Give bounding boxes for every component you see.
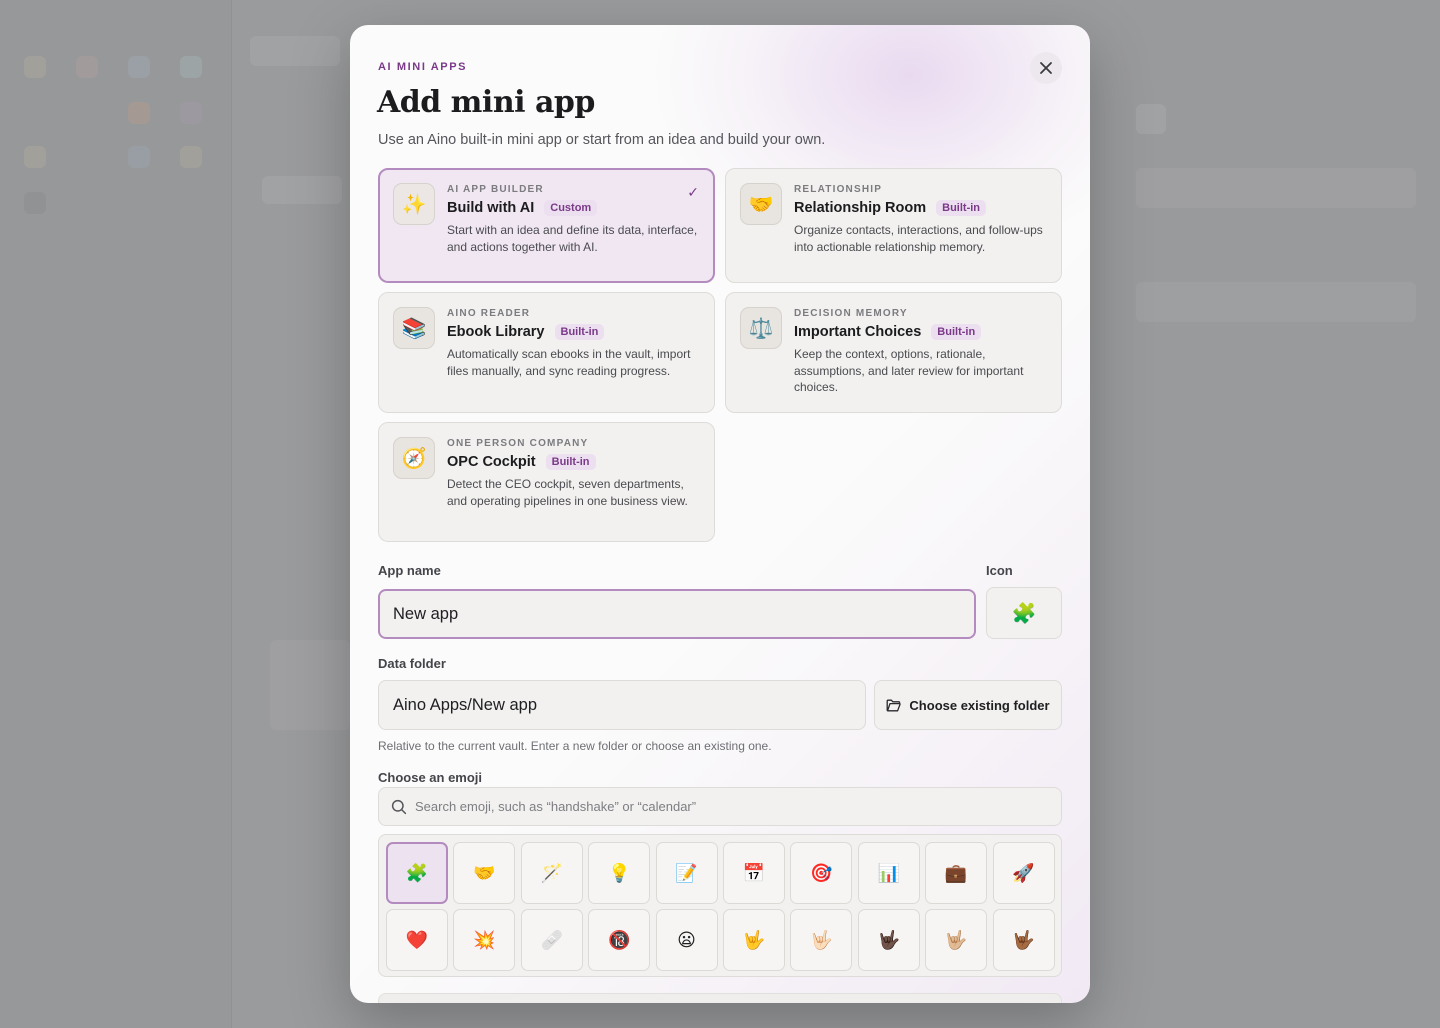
check-icon: ✓ xyxy=(687,184,699,200)
background-block xyxy=(250,36,340,66)
card-kicker: ONE PERSON COMPANY xyxy=(447,438,589,449)
emoji-option-magic-wand[interactable]: 🪄 xyxy=(520,842,583,904)
background-block xyxy=(270,640,350,730)
emoji-grid: 🧩 🤝 🪄 💡 📝 📅 🎯 📊 💼 🚀 ❤️ 💥 🩹 🔞 😦 🤟 🤟🏻 🤟🏿 🤟… xyxy=(378,834,1062,977)
dialog-eyebrow: AI MINI APPS xyxy=(378,61,468,73)
background-block xyxy=(1136,282,1416,322)
card-title: OPC Cockpit xyxy=(447,454,536,470)
compass-icon: 🧭 xyxy=(393,437,435,479)
card-description: Automatically scan ebooks in the vault, … xyxy=(447,347,691,378)
emoji-search-input[interactable] xyxy=(415,788,1055,825)
emoji-option-love-you-gesture-light[interactable]: 🤟🏻 xyxy=(790,909,853,971)
template-card-important-choices[interactable]: ⚖️ DECISION MEMORY Important Choices Bui… xyxy=(725,292,1062,413)
background-icon xyxy=(128,56,150,78)
emoji-option-red-heart[interactable]: ❤️ xyxy=(386,909,448,971)
emoji-chooser-label: Choose an emoji xyxy=(378,770,483,785)
emoji-option-love-you-gesture[interactable]: 🤟 xyxy=(722,909,785,971)
emoji-option-frowning-face[interactable]: 😦 xyxy=(655,909,718,971)
search-icon xyxy=(391,799,407,815)
card-badge: Built-in xyxy=(545,454,596,470)
card-badge: Built-in xyxy=(936,200,987,216)
books-icon: 📚 xyxy=(393,307,435,349)
card-badge: Custom xyxy=(544,200,598,216)
emoji-option-bandage[interactable]: 🩹 xyxy=(520,909,583,971)
puzzle-piece-icon: 🧩 xyxy=(1011,602,1037,625)
card-description: Organize contacts, interactions, and fol… xyxy=(794,223,1043,254)
emoji-option-love-you-gesture-medium-dark[interactable]: 🤟🏾 xyxy=(992,909,1055,971)
background-block xyxy=(262,176,342,204)
template-card-ebook-library[interactable]: 📚 AINO READER Ebook Library Built-in Aut… xyxy=(378,292,715,413)
emoji-option-rocket[interactable]: 🚀 xyxy=(992,842,1055,904)
background-icon xyxy=(24,192,46,214)
card-kicker: AI APP BUILDER xyxy=(447,184,544,195)
template-card-relationship-room[interactable]: 🤝 RELATIONSHIP Relationship Room Built-i… xyxy=(725,168,1062,283)
template-card-build-with-ai[interactable]: ✨ ✓ AI APP BUILDER Build with AI Custom … xyxy=(378,168,715,283)
balance-scale-icon: ⚖️ xyxy=(740,307,782,349)
card-title: Build with AI xyxy=(447,200,535,216)
dialog-subtitle: Use an Aino built-in mini app or start f… xyxy=(378,132,826,148)
dialog-title: Add mini app xyxy=(377,85,595,120)
background-icon xyxy=(180,102,202,124)
close-icon xyxy=(1040,62,1052,74)
emoji-option-target[interactable]: 🎯 xyxy=(790,842,853,904)
card-kicker: RELATIONSHIP xyxy=(794,184,883,195)
choose-existing-folder-button[interactable]: Choose existing folder xyxy=(874,680,1062,730)
data-folder-input[interactable] xyxy=(378,680,866,730)
add-mini-app-dialog: AI MINI APPS Add mini app Use an Aino bu… xyxy=(350,25,1090,1003)
card-description: Start with an idea and define its data, … xyxy=(447,223,698,254)
next-section-peek xyxy=(378,993,1062,1003)
emoji-option-no-one-under-18[interactable]: 🔞 xyxy=(588,909,651,971)
emoji-option-collision[interactable]: 💥 xyxy=(453,909,516,971)
close-button[interactable] xyxy=(1030,52,1062,84)
background-icon xyxy=(128,146,150,168)
handshake-icon: 🤝 xyxy=(740,183,782,225)
folder-hint: Relative to the current vault. Enter a n… xyxy=(378,739,772,753)
background-icon xyxy=(128,102,150,124)
background-icon xyxy=(24,56,46,78)
emoji-option-calendar[interactable]: 📅 xyxy=(722,842,785,904)
sparkles-icon: ✨ xyxy=(393,183,435,225)
background-icon xyxy=(24,146,46,168)
emoji-option-briefcase[interactable]: 💼 xyxy=(925,842,988,904)
emoji-search-box xyxy=(378,787,1062,826)
card-title: Relationship Room xyxy=(794,200,927,216)
background-block xyxy=(1136,168,1416,208)
emoji-option-handshake[interactable]: 🤝 xyxy=(453,842,516,904)
card-description: Detect the CEO cockpit, seven department… xyxy=(447,477,688,508)
emoji-option-love-you-gesture-dark[interactable]: 🤟🏿 xyxy=(857,909,920,971)
icon-picker-button[interactable]: 🧩 xyxy=(986,587,1062,639)
emoji-option-puzzle-piece[interactable]: 🧩 xyxy=(386,842,448,904)
emoji-option-light-bulb[interactable]: 💡 xyxy=(588,842,651,904)
emoji-option-love-you-gesture-medium-light[interactable]: 🤟🏼 xyxy=(925,909,988,971)
emoji-option-memo[interactable]: 📝 xyxy=(655,842,718,904)
card-kicker: AINO READER xyxy=(447,308,531,319)
data-folder-label: Data folder xyxy=(378,656,446,671)
folder-icon xyxy=(886,699,902,711)
app-name-label: App name xyxy=(378,563,441,578)
card-badge: Built-in xyxy=(931,324,982,340)
card-badge: Built-in xyxy=(554,324,605,340)
background-block xyxy=(1136,104,1166,134)
card-description: Keep the context, options, rationale, as… xyxy=(794,347,1024,394)
template-card-opc-cockpit[interactable]: 🧭 ONE PERSON COMPANY OPC Cockpit Built-i… xyxy=(378,422,715,542)
background-right-pane xyxy=(1120,0,1440,1028)
card-title: Important Choices xyxy=(794,324,922,340)
card-title: Ebook Library xyxy=(447,324,545,340)
background-icon xyxy=(76,56,98,78)
choose-existing-folder-label: Choose existing folder xyxy=(909,697,1050,713)
emoji-option-bar-chart[interactable]: 📊 xyxy=(857,842,920,904)
app-name-input[interactable] xyxy=(378,589,976,639)
background-icon xyxy=(180,56,202,78)
icon-label: Icon xyxy=(986,563,1013,578)
background-icon xyxy=(180,146,202,168)
card-kicker: DECISION MEMORY xyxy=(794,308,908,319)
